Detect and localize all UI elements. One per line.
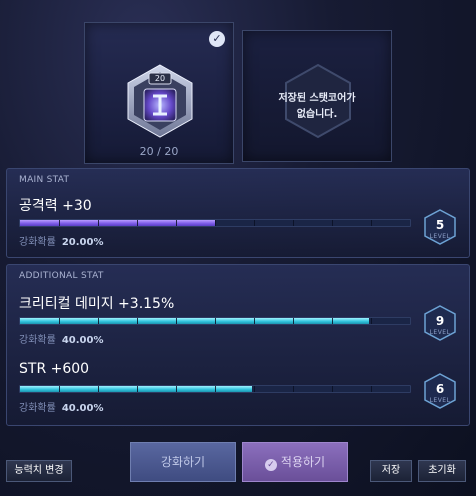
bar-segment-divider	[176, 318, 177, 324]
bar-segment-divider	[332, 318, 333, 324]
bar-segment-divider	[371, 386, 372, 392]
bar-segment-divider	[176, 386, 177, 392]
probability-label: 강화확률	[19, 335, 56, 346]
empty-core-message-line1: 저장된 스탯코어가	[278, 93, 356, 104]
bar-segment-divider	[215, 318, 216, 324]
level-label: LEVEL	[429, 329, 451, 336]
enhance-button[interactable]: 강화하기	[130, 442, 236, 482]
additional-stat-1-progress-fill	[20, 318, 370, 324]
main-stat-title: MAIN STAT	[19, 175, 70, 185]
bar-segment-divider	[59, 386, 60, 392]
bar-segment-divider	[176, 220, 177, 226]
bar-segment-divider	[371, 318, 372, 324]
apply-button-label: 적용하기	[280, 455, 326, 469]
additional-stat-1-level-badge: 9 LEVEL	[423, 305, 457, 341]
probability-value: 20.00%	[61, 237, 104, 248]
bar-segment-divider	[293, 220, 294, 226]
bar-segment-divider	[371, 220, 372, 226]
bar-segment-divider	[332, 386, 333, 392]
additional-stat-2-level-badge: 6 LEVEL	[423, 373, 457, 409]
additional-stat-panel: ADDITIONAL STAT 크리티컬 데미지 +3.15% 강화확률 40.0…	[6, 264, 470, 426]
bar-segment-divider	[215, 220, 216, 226]
probability-label: 강화확률	[19, 403, 56, 414]
level-label: LEVEL	[429, 233, 451, 240]
additional-stat-1-progress-bar	[19, 317, 411, 325]
probability-value: 40.00%	[61, 335, 104, 346]
bar-segment-divider	[254, 220, 255, 226]
bar-segment-divider	[254, 386, 255, 392]
additional-stat-1-probability: 강화확률 40.00%	[19, 331, 103, 346]
reset-button[interactable]: 초기화	[418, 460, 466, 482]
level-number: 6	[435, 382, 445, 396]
main-stat-value: 공격력 +30	[19, 198, 92, 214]
bar-segment-divider	[59, 220, 60, 226]
bar-segment-divider	[254, 318, 255, 324]
stat-core-hex-label: 20	[154, 74, 166, 83]
bar-segment-divider	[98, 220, 99, 226]
bar-segment-divider	[293, 318, 294, 324]
stat-core-slot[interactable]: ✓ 20 20 / 20	[84, 22, 234, 164]
bar-segment-divider	[98, 318, 99, 324]
saved-core-slot[interactable]: 저장된 스탯코어가 없습니다.	[242, 30, 392, 162]
probability-value: 40.00%	[61, 403, 104, 414]
change-stat-button[interactable]: 능력치 변경	[6, 460, 72, 482]
bar-segment-divider	[137, 318, 138, 324]
apply-button[interactable]: ✓ 적용하기	[242, 442, 348, 482]
check-circle-icon: ✓	[264, 459, 277, 471]
probability-label: 강화확률	[19, 237, 56, 248]
level-number: 9	[435, 314, 445, 328]
additional-stat-1-value: 크리티컬 데미지 +3.15%	[19, 296, 175, 312]
bar-segment-divider	[215, 386, 216, 392]
save-button[interactable]: 저장	[370, 460, 412, 482]
stat-core-count: 20 / 20	[139, 145, 179, 158]
main-stat-progress-fill	[20, 220, 215, 226]
main-stat-panel: MAIN STAT 공격력 +30 강화확률 20.00% 5 LEVEL	[6, 168, 470, 258]
additional-stat-2-value: STR +600	[19, 361, 90, 377]
additional-stat-title: ADDITIONAL STAT	[19, 271, 104, 281]
main-stat-probability: 강화확률 20.00%	[19, 233, 103, 248]
check-circle-icon: ✓	[209, 31, 225, 47]
additional-stat-2-probability: 강화확률 40.00%	[19, 399, 103, 414]
empty-core-message-line2: 없습니다.	[296, 109, 338, 120]
additional-stat-2-progress-bar	[19, 385, 411, 393]
level-label: LEVEL	[429, 397, 451, 404]
main-stat-level-badge: 5 LEVEL	[423, 209, 457, 245]
stat-core-window: ✓ 20 20 / 20 저장된 스탯코어가 없습니다. MAIN STAT 공…	[0, 0, 476, 496]
bar-segment-divider	[137, 386, 138, 392]
bar-segment-divider	[332, 220, 333, 226]
level-number: 5	[435, 218, 445, 232]
bar-segment-divider	[293, 386, 294, 392]
bar-segment-divider	[59, 318, 60, 324]
empty-core-message: 저장된 스탯코어가 없습니다.	[243, 91, 391, 123]
bar-segment-divider	[98, 386, 99, 392]
main-stat-progress-bar	[19, 219, 411, 227]
bar-segment-divider	[137, 220, 138, 226]
